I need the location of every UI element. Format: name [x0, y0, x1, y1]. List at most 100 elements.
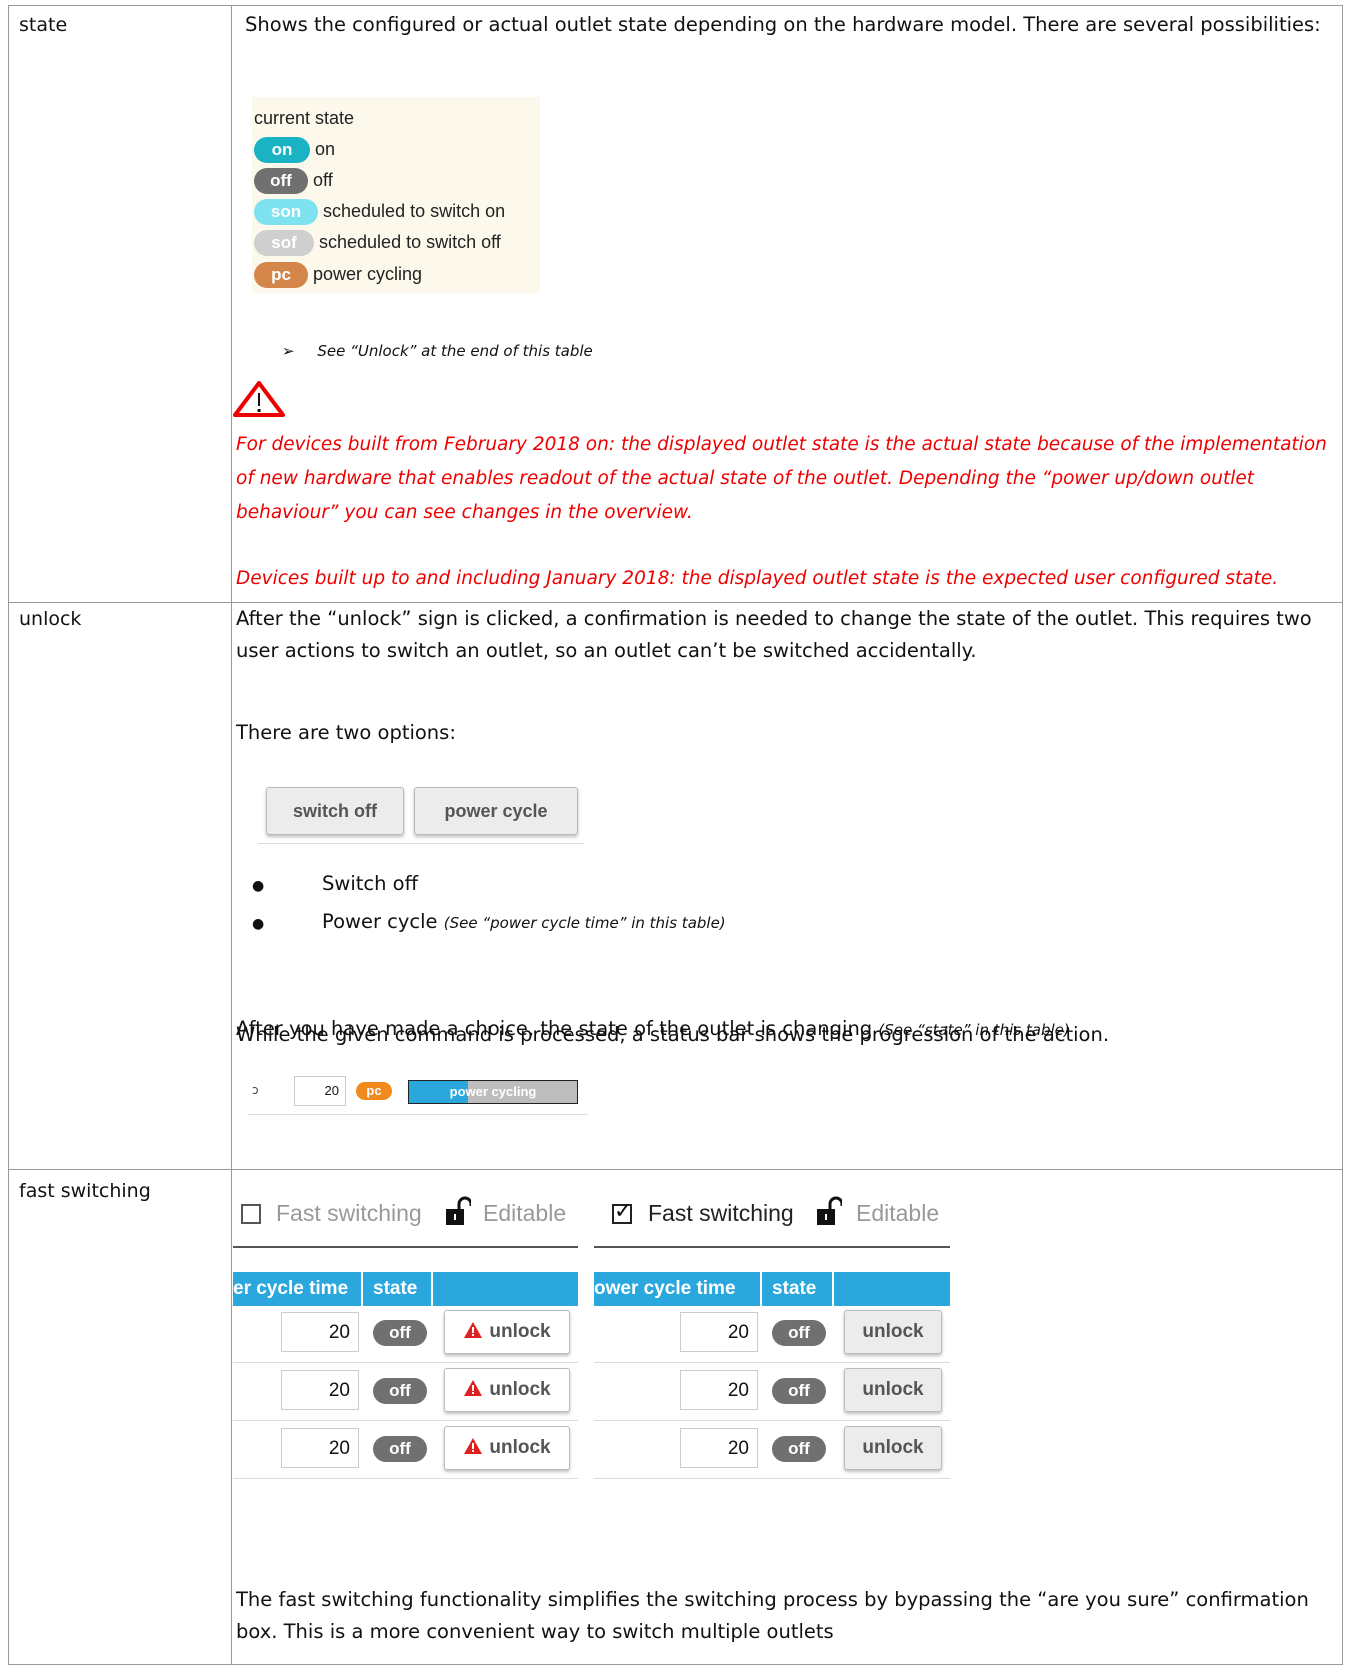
column-divider	[231, 603, 232, 1169]
warning-icon	[464, 1438, 483, 1454]
column-header-power-cycle-time: er cycle time	[233, 1272, 363, 1306]
switch-off-button[interactable]: switch off	[266, 787, 404, 835]
fast-switching-panel-checked: ✓ Fast switching Editable ower cycle tim…	[594, 1192, 950, 1480]
outlet-table-row: 20 off unlock	[233, 1366, 578, 1424]
outlet-table-header: er cycle time state	[233, 1272, 578, 1306]
row-separator	[233, 1478, 578, 1479]
list-item: ● Power cycle (See “power cycle time” in …	[252, 904, 726, 942]
legend-label: on	[315, 139, 336, 159]
unlocked-padlock-icon[interactable]	[816, 1196, 842, 1226]
unlock-button[interactable]: unlock	[444, 1368, 570, 1412]
legend-label: scheduled to switch on	[323, 201, 506, 221]
outlet-table-row: 20 off unlock	[594, 1424, 950, 1482]
power-cycle-time-input[interactable]: 20	[680, 1312, 758, 1352]
power-cycle-time-input[interactable]: 20	[281, 1428, 359, 1468]
row-separator	[248, 1114, 588, 1115]
legend-item-pc: pc power cycling	[254, 262, 422, 288]
state-pill-sof: sof	[254, 230, 314, 256]
row-key: unlock	[19, 608, 82, 630]
warning-icon	[464, 1322, 483, 1338]
column-header-action	[836, 1272, 950, 1306]
bullet-icon: ●	[252, 916, 265, 932]
option-list: ● Switch off ● Power cycle (See “power cyc…	[252, 866, 726, 942]
warning-icon	[464, 1380, 483, 1396]
outlet-table-row: 20 off unlock	[233, 1308, 578, 1366]
fast-switching-checkbox[interactable]	[241, 1204, 261, 1224]
state-pill-son: son	[254, 199, 318, 225]
state-pill-pc: pc	[356, 1082, 392, 1100]
power-cycle-time-input[interactable]: 20	[281, 1370, 359, 1410]
column-divider	[231, 6, 232, 602]
row-separator	[594, 1420, 950, 1421]
outlet-table-row: 20 off unlock	[233, 1424, 578, 1482]
see-unlock-text: See “Unlock” at the end of this table	[317, 342, 593, 360]
outlet-table-row: 20 off unlock	[594, 1366, 950, 1424]
bullet-icon: ●	[252, 878, 265, 894]
option-power-cycle-text: Power cycle	[322, 910, 438, 933]
column-header-power-cycle-time: ower cycle time	[594, 1272, 762, 1306]
outlet-table-header: ower cycle time state	[594, 1272, 950, 1306]
row-separator	[233, 1362, 578, 1363]
unlock-button[interactable]: unlock	[444, 1426, 570, 1470]
fast-switching-checkbox[interactable]: ✓	[612, 1199, 632, 1224]
unlock-options-intro: There are two options:	[236, 721, 456, 744]
progress-bar: power cycling	[408, 1080, 578, 1104]
row-key: fast switching	[19, 1180, 151, 1202]
fast-switching-panel-unchecked: Fast switching Editable er cycle time st…	[233, 1192, 578, 1480]
state-pill-off: off	[772, 1436, 826, 1462]
legend-label: scheduled to switch off	[319, 232, 501, 252]
list-item: ● Switch off	[252, 866, 726, 904]
state-pill-off: off	[373, 1320, 427, 1346]
column-header-state: state	[762, 1272, 834, 1306]
unlock-label: unlock	[489, 1321, 551, 1342]
panel-underline	[233, 1246, 578, 1248]
state-pill-off: off	[772, 1378, 826, 1404]
see-unlock-note: ➢ See “Unlock” at the end of this table	[282, 342, 593, 360]
unlock-label: unlock	[489, 1379, 551, 1400]
unlocked-padlock-icon[interactable]	[445, 1196, 471, 1226]
outlet-table-row: 20 off unlock	[594, 1308, 950, 1366]
warning-text-old-hardware: Devices built up to and including Januar…	[236, 568, 1279, 589]
legend-item-on: on on	[254, 137, 335, 163]
fast-switching-label: Fast switching	[648, 1200, 794, 1226]
state-pill-pc: pc	[254, 262, 308, 288]
row-separator	[233, 1420, 578, 1421]
state-pill-off: off	[772, 1320, 826, 1346]
unlock-button[interactable]: unlock	[844, 1310, 942, 1354]
state-pill-off: off	[373, 1378, 427, 1404]
legend-label: power cycling	[313, 264, 423, 284]
legend-item-off: off off	[254, 168, 333, 194]
unlock-button[interactable]: unlock	[844, 1426, 942, 1470]
row-separator	[594, 1478, 950, 1479]
state-legend: current state on on off off son schedule…	[252, 97, 540, 293]
power-cycle-time-input[interactable]: 20	[680, 1370, 758, 1410]
status-bar-text: While the given command is processed, a …	[236, 1023, 1110, 1046]
unlock-button[interactable]: unlock	[444, 1310, 570, 1354]
status-bar-example: ↄ 20 pc power cycling	[248, 1072, 588, 1118]
fast-switching-description: The fast switching functionality simplif…	[236, 1588, 1309, 1643]
checkmark-icon: ✓	[614, 1199, 633, 1224]
unlock-button[interactable]: unlock	[844, 1368, 942, 1412]
row-key: state	[19, 14, 68, 36]
confirm-buttons-example: switch off power cycle	[258, 783, 584, 844]
panel-underline	[594, 1246, 950, 1248]
state-intro: Shows the configured or actual outlet st…	[245, 13, 1321, 36]
fast-switching-label: Fast switching	[276, 1200, 422, 1226]
column-header-state: state	[363, 1272, 433, 1306]
power-cycle-button[interactable]: power cycle	[414, 787, 578, 835]
column-header-action	[435, 1272, 578, 1306]
editable-label: Editable	[856, 1200, 940, 1226]
power-cycle-time-input[interactable]: 20	[281, 1312, 359, 1352]
option-note: (See “power cycle time” in this table)	[443, 914, 726, 932]
progress-bar-label: power cycling	[449, 1084, 537, 1099]
state-pill-off: off	[373, 1436, 427, 1462]
value-cell: 20	[294, 1076, 346, 1106]
cut-off-cell-text: ↄ	[252, 1083, 259, 1097]
editable-label: Editable	[483, 1200, 567, 1226]
legend-item-son: son scheduled to switch on	[254, 199, 505, 225]
row-separator	[594, 1362, 950, 1363]
column-divider	[231, 1170, 232, 1664]
power-cycle-time-input[interactable]: 20	[680, 1428, 758, 1468]
state-pill-on: on	[254, 137, 310, 163]
legend-item-sof: sof scheduled to switch off	[254, 230, 501, 256]
